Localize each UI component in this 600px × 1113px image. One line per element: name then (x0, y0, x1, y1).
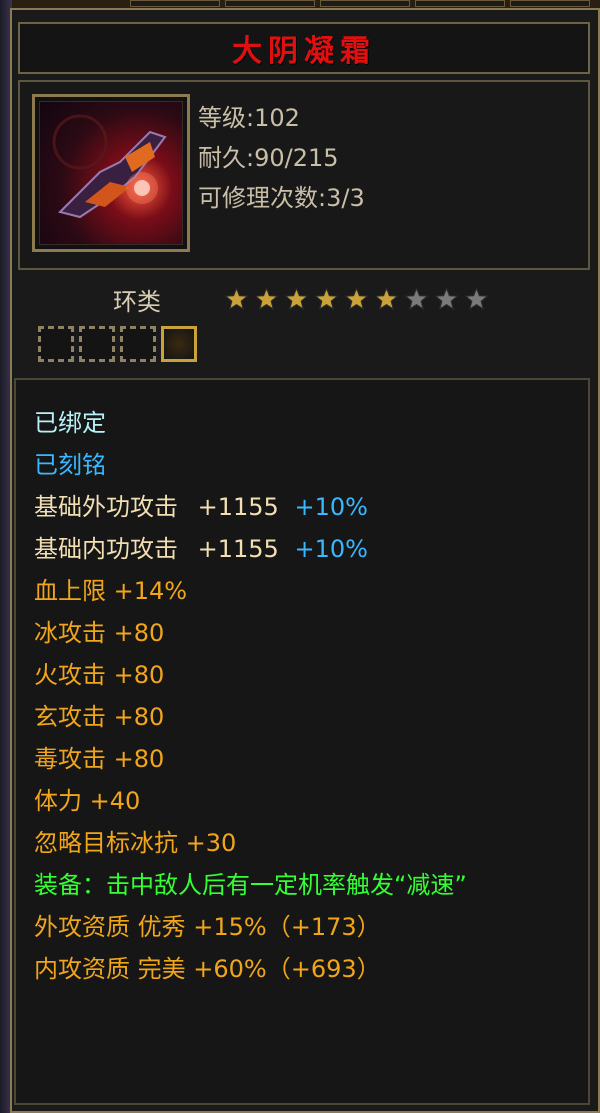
star-filled-icon (283, 286, 310, 313)
stat-hp: 血上限 +14% (34, 577, 188, 605)
item-durability: 耐久:90/215 (198, 144, 339, 172)
stat-stamina: 体力 +40 (34, 787, 141, 815)
stat-poison-attack: 毒攻击 +80 (34, 745, 165, 773)
grade-and-slots: 环类 (18, 276, 590, 376)
stat-external-attack: 基础外功攻击 +1155 +10% (34, 486, 579, 528)
weapon-ring-icon (52, 114, 167, 219)
gem-slots (38, 326, 202, 366)
star-rating (223, 286, 493, 317)
star-filled-icon (343, 286, 370, 313)
star-empty-icon (463, 286, 490, 313)
stat-ignore-ice-resist: 忽略目标冰抗 +30 (34, 829, 237, 857)
stat-bonus: +10% (294, 493, 368, 521)
stat-ice-attack: 冰攻击 +80 (34, 619, 165, 647)
top-tab (130, 0, 220, 7)
item-attributes-box: 已绑定 已刻铭 基础外功攻击 +1155 +10% 基础内功攻击 +1155 +… (14, 378, 590, 1105)
item-repair-count: 可修理次数:3/3 (198, 184, 365, 212)
stat-mystic-attack: 玄攻击 +80 (34, 703, 165, 731)
star-empty-icon (433, 286, 460, 313)
top-tab (320, 0, 410, 7)
stat-bonus: +10% (294, 535, 368, 563)
top-tab (415, 0, 505, 7)
star-filled-icon (223, 286, 250, 313)
item-icon-frame (32, 94, 190, 252)
stat-fire-attack: 火攻击 +80 (34, 661, 165, 689)
top-tab (225, 0, 315, 7)
external-quality: 外攻资质 优秀 +15%（+173） (34, 913, 381, 941)
attribute-list: 已绑定 已刻铭 基础外功攻击 +1155 +10% 基础内功攻击 +1155 +… (34, 402, 579, 990)
item-name: 大阴凝霜 (232, 34, 376, 69)
stat-internal-attack: 基础内功攻击 +1155 +10% (34, 528, 579, 570)
gem-slot-empty[interactable] (38, 326, 74, 362)
item-title-bar: 大阴凝霜 (18, 22, 590, 74)
engraved-status: 已刻铭 (34, 451, 106, 479)
stat-value: +1155 (197, 535, 279, 563)
star-filled-icon (253, 286, 280, 313)
item-icon (39, 101, 183, 245)
star-empty-icon (403, 286, 430, 313)
bound-status: 已绑定 (34, 409, 106, 437)
top-tab (510, 0, 590, 7)
stat-label: 基础外功攻击 (34, 493, 178, 521)
item-category: 环类 (113, 288, 161, 316)
equip-effect: 装备：击中敌人后有一定机率触发“减速” (34, 871, 467, 899)
item-level: 等级:102 (198, 104, 300, 132)
gem-slot-empty[interactable] (120, 326, 156, 362)
internal-quality: 内攻资质 完美 +60%（+693） (34, 955, 381, 983)
gem-slot-empty[interactable] (79, 326, 115, 362)
stat-value: +1155 (197, 493, 279, 521)
item-basic-info: 等级:102 耐久:90/215 可修理次数:3/3 (198, 98, 365, 218)
top-frame-strip (0, 0, 600, 8)
item-info-box: 等级:102 耐久:90/215 可修理次数:3/3 (18, 80, 590, 270)
star-filled-icon (313, 286, 340, 313)
star-filled-icon (373, 286, 400, 313)
gem-slot-filled[interactable] (161, 326, 197, 362)
stat-label: 基础内功攻击 (34, 535, 178, 563)
